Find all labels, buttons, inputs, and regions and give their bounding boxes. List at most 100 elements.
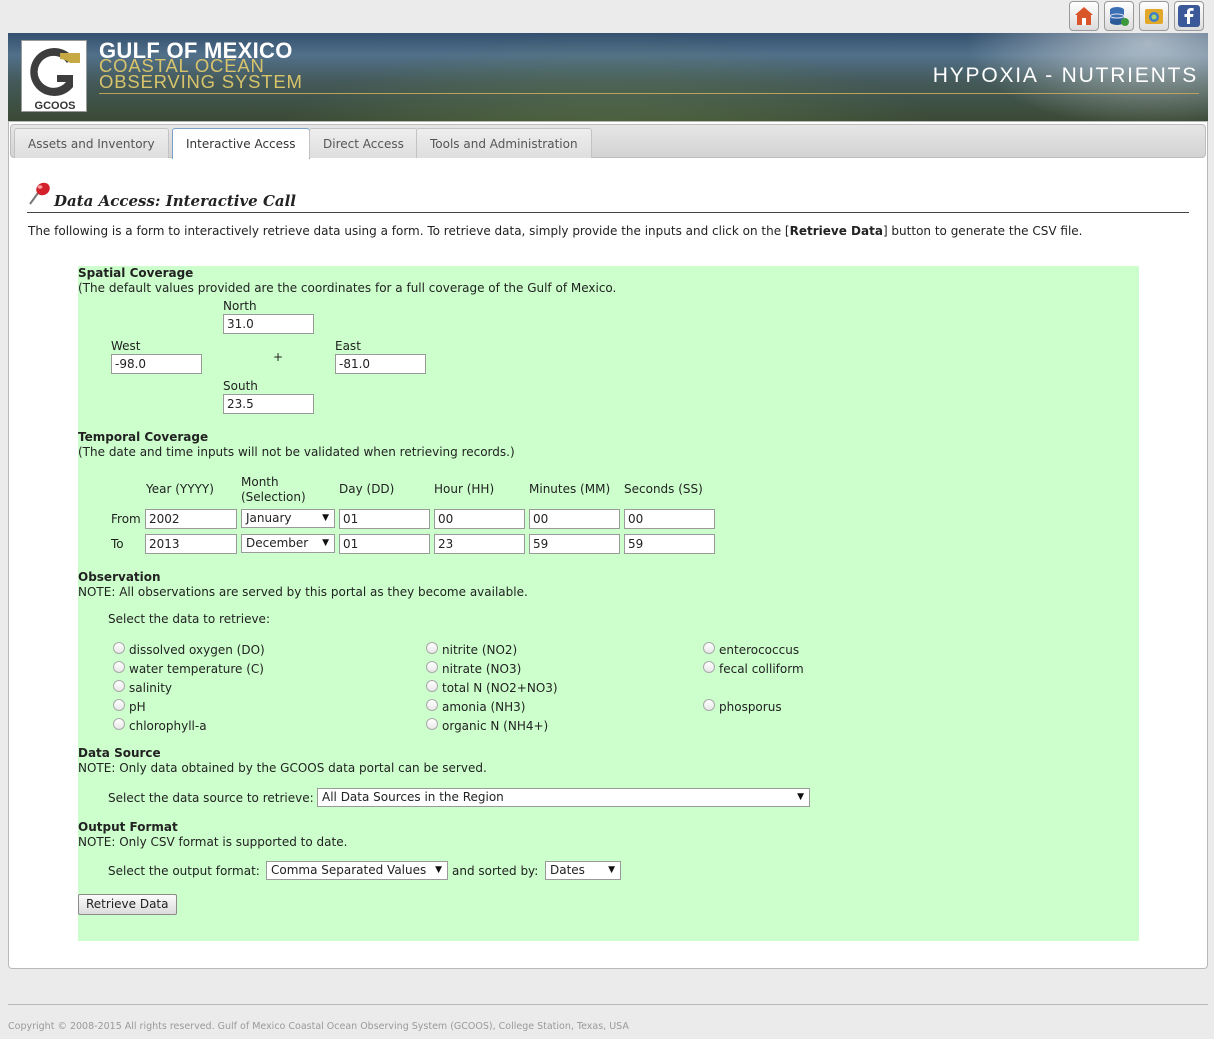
option-dissolved-oxygen: dissolved oxygen (DO) (129, 643, 265, 657)
tab-direct-access[interactable]: Direct Access (309, 128, 418, 158)
from-label: From (111, 512, 141, 526)
copyright-text: Copyright © 2008-2015 All rights reserve… (8, 1021, 629, 1032)
data-source-select[interactable]: All Data Sources in the Region ▼ (317, 788, 810, 807)
to-hour-input[interactable] (434, 534, 525, 554)
to-minutes-input[interactable] (529, 534, 620, 554)
option-chlorophyll-a: chlorophyll-a (129, 719, 207, 733)
option-total-n: total N (NO2+NO3) (442, 681, 558, 695)
option-water-temperature: water temperature (C) (129, 662, 264, 676)
radio-chlorophyll-a[interactable] (113, 718, 125, 730)
radio-nitrite[interactable] (426, 642, 438, 654)
sort-by-value: Dates (550, 863, 585, 877)
to-month-select[interactable]: December ▼ (241, 534, 335, 553)
header-month-line-2: (Selection) (241, 490, 306, 504)
database-icon[interactable] (1104, 1, 1134, 31)
data-source-prompt: Select the data source to retrieve: (108, 791, 314, 805)
output-format-title: Output Format (78, 820, 178, 834)
temporal-coverage-note: (The date and time inputs will not be va… (78, 445, 515, 459)
chevron-down-icon: ▼ (608, 865, 615, 875)
radio-enterococcus[interactable] (703, 642, 715, 654)
header-month-line-1: Month (241, 475, 279, 489)
radio-salinity[interactable] (113, 680, 125, 692)
pushpin-icon (27, 180, 53, 211)
observation-note: NOTE: All observations are served by thi… (78, 585, 528, 599)
option-phosporus: phosporus (719, 700, 782, 714)
radio-nitrate[interactable] (426, 661, 438, 673)
retrieve-data-button[interactable]: Retrieve Data (78, 894, 177, 915)
output-format-value: Comma Separated Values (271, 863, 427, 877)
facebook-icon[interactable] (1174, 1, 1204, 31)
project-title: HYPOXIA - NUTRIENTS (932, 64, 1198, 87)
option-amonia: amonia (NH3) (442, 700, 526, 714)
footer-divider (8, 1004, 1208, 1005)
org-name-lines: COASTAL OCEAN OBSERVING SYSTEM (99, 56, 303, 92)
page-heading: Data Access: Interactive Call (27, 180, 1189, 213)
to-year-input[interactable] (145, 534, 237, 554)
page-title: Data Access: Interactive Call (54, 192, 297, 210)
radio-dissolved-oxygen[interactable] (113, 642, 125, 654)
logo-text: GCOOS (35, 100, 76, 112)
west-input[interactable] (111, 354, 202, 374)
temporal-coverage-title: Temporal Coverage (78, 430, 209, 444)
header-seconds: Seconds (SS) (624, 482, 703, 496)
tab-tools-and-administration[interactable]: Tools and Administration (416, 128, 592, 158)
data-form: Spatial Coverage (The default values pro… (78, 266, 1139, 941)
sort-by-select[interactable]: Dates ▼ (545, 861, 621, 880)
radio-phosporus[interactable] (703, 699, 715, 711)
data-source-note: NOTE: Only data obtained by the GCOOS da… (78, 761, 487, 775)
radio-water-temperature[interactable] (113, 661, 125, 673)
from-year-input[interactable] (145, 509, 237, 529)
chevron-down-icon: ▼ (322, 513, 329, 523)
option-salinity: salinity (129, 681, 173, 695)
north-label: North (223, 299, 257, 313)
intro-text-end: ] button to generate the CSV file. (882, 224, 1083, 238)
from-minutes-input[interactable] (529, 509, 620, 529)
to-seconds-input[interactable] (624, 534, 715, 554)
sorted-by-label: and sorted by: (452, 864, 539, 878)
camera-icon[interactable] (1139, 1, 1169, 31)
from-seconds-input[interactable] (624, 509, 715, 529)
top-icon-group (1069, 1, 1204, 31)
east-input[interactable] (335, 354, 426, 374)
intro-text: The following is a form to interactively… (28, 224, 1082, 238)
radio-amonia[interactable] (426, 699, 438, 711)
radio-ph[interactable] (113, 699, 125, 711)
south-input[interactable] (223, 394, 314, 414)
tab-assets-and-inventory[interactable]: Assets and Inventory (14, 128, 169, 158)
radio-organic-n[interactable] (426, 718, 438, 730)
option-organic-n: organic N (NH4+) (442, 719, 549, 733)
tab-interactive-access[interactable]: Interactive Access (172, 128, 310, 159)
header-day: Day (DD) (339, 482, 395, 496)
option-nitrate: nitrate (NO3) (442, 662, 522, 676)
header-hour: Hour (HH) (434, 482, 495, 496)
output-format-note: NOTE: Only CSV format is supported to da… (78, 835, 348, 849)
option-enterococcus: enterococcus (719, 643, 800, 657)
from-hour-input[interactable] (434, 509, 525, 529)
banner-divider (99, 93, 1199, 94)
chevron-down-icon: ▼ (797, 792, 804, 802)
org-name-line-3: OBSERVING SYSTEM (99, 71, 303, 92)
north-input[interactable] (223, 314, 314, 334)
option-fecal-colliform: fecal colliform (719, 662, 804, 676)
top-strip (0, 0, 1214, 33)
output-format-prompt: Select the output format: (108, 864, 260, 878)
tab-bar: Assets and Inventory Interactive Access … (10, 124, 1206, 159)
to-day-input[interactable] (339, 534, 430, 554)
radio-total-n[interactable] (426, 680, 438, 692)
data-source-value: All Data Sources in the Region (322, 790, 504, 804)
output-format-select[interactable]: Comma Separated Values ▼ (266, 861, 448, 880)
to-label: To (111, 537, 124, 551)
home-icon[interactable] (1069, 1, 1099, 31)
spatial-coverage-title: Spatial Coverage (78, 266, 194, 280)
gcoos-logo[interactable]: GCOOS (21, 40, 87, 112)
observation-prompt: Select the data to retrieve: (108, 612, 270, 626)
center-marker: + (273, 350, 284, 364)
from-month-value: January (246, 511, 292, 525)
radio-fecal-colliform[interactable] (703, 661, 715, 673)
spatial-coverage-note: (The default values provided are the coo… (78, 281, 617, 295)
from-day-input[interactable] (339, 509, 430, 529)
site-banner: GCOOS GULF OF MEXICO COASTAL OCEAN OBSER… (8, 33, 1208, 121)
option-ph: pH (129, 700, 146, 714)
from-month-select[interactable]: January ▼ (241, 509, 335, 528)
header-year: Year (YYYY) (146, 482, 214, 496)
